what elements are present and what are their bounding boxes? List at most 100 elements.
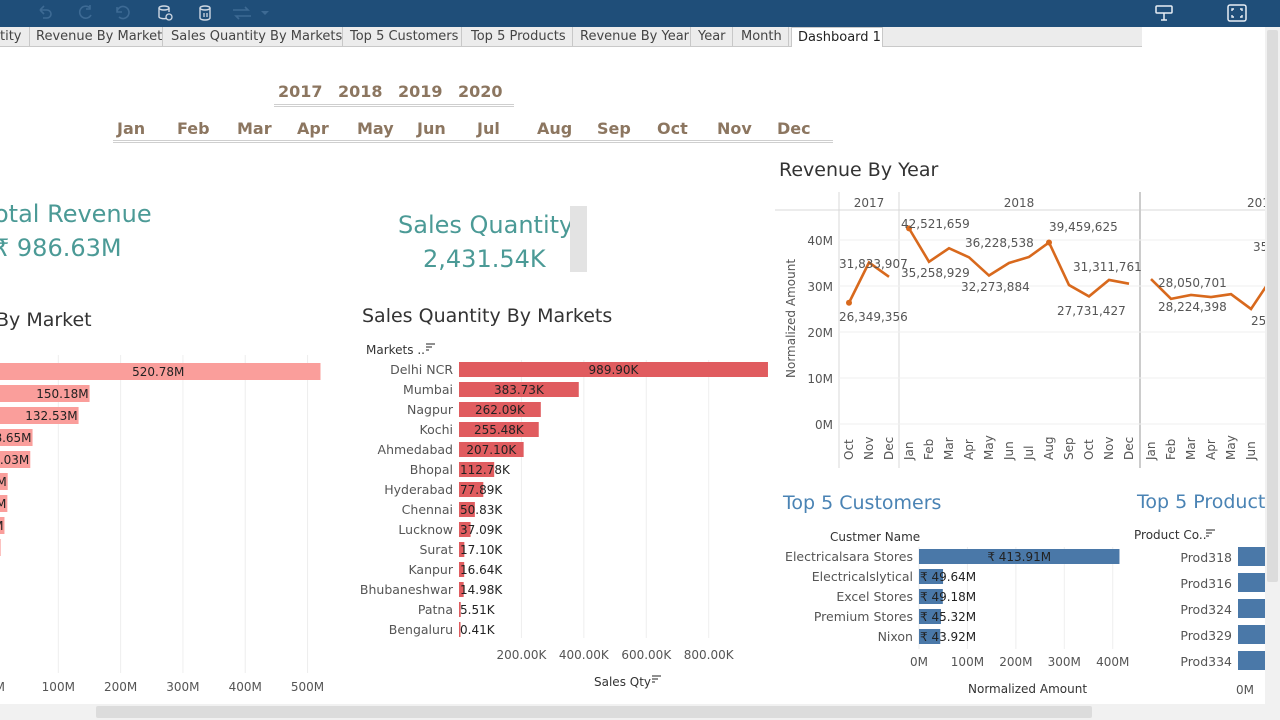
- month-filter-aug[interactable]: Aug: [537, 119, 572, 138]
- cust-x-tick: 200M: [999, 655, 1032, 669]
- month-filter-jun[interactable]: Jun: [417, 119, 446, 138]
- qty-row-label: Kochi: [420, 422, 454, 437]
- prod-row-label: Prod334: [1180, 654, 1232, 669]
- year-filter-2017[interactable]: 2017: [278, 82, 323, 101]
- year-annotation: 25: [1251, 314, 1265, 328]
- tab-year[interactable]: Year: [692, 27, 733, 46]
- qty-bar-label: 989.90K: [589, 363, 640, 377]
- month-filter-jan[interactable]: Jan: [117, 119, 145, 138]
- month-filter-jul[interactable]: Jul: [477, 119, 500, 138]
- year-x-tick: Mar: [942, 437, 956, 460]
- tab-month[interactable]: Month: [735, 27, 789, 46]
- year-x-tick: Nov: [1102, 437, 1116, 460]
- redo-icon[interactable]: [76, 4, 94, 22]
- year-x-tick: Apr: [962, 439, 976, 460]
- horizontal-scroll-thumb[interactable]: [96, 706, 1092, 718]
- year-x-tick: Dec: [882, 437, 896, 460]
- year-y-tick: 10M: [807, 372, 833, 386]
- month-filter-apr[interactable]: Apr: [297, 119, 329, 138]
- prod-row-label: Prod318: [1180, 550, 1232, 565]
- qty-bar-label: 17.10K: [460, 543, 503, 557]
- top-5-products-chart: Product Co.. Prod318 Prod316 Prod324 Prod329…: [1134, 528, 1265, 697]
- markets-header: Markets ..: [366, 343, 425, 357]
- tab-revenue-by-market[interactable]: Revenue By Market: [30, 27, 163, 46]
- revert-icon[interactable]: [114, 4, 132, 22]
- month-filter-oct[interactable]: Oct: [657, 119, 688, 138]
- year-x-tick: Jan: [1144, 442, 1158, 462]
- year-filter-2018[interactable]: 2018: [338, 82, 383, 101]
- tab-quantity[interactable]: tity: [0, 27, 30, 46]
- year-annotation: 36,228,538: [965, 236, 1034, 250]
- cust-row-label: Electricalsara Stores: [785, 549, 913, 564]
- year-header-2018: 2018: [1004, 196, 1035, 210]
- year-x-tick: Oct: [842, 439, 856, 460]
- qty-row-label: Nagpur: [407, 402, 454, 417]
- kpi-scrollbar[interactable]: [570, 206, 587, 272]
- qty-bar-label: 112.78K: [460, 463, 511, 477]
- year-x-tick: Aug: [1042, 437, 1056, 460]
- market-x-tick: 200M: [104, 680, 137, 694]
- prod-x-tick: 0M: [1236, 683, 1254, 697]
- market-bar-label: 18.81M: [0, 475, 7, 489]
- chevron-down-icon[interactable]: [260, 4, 270, 22]
- sort-icon: [1206, 529, 1215, 537]
- qty-row-label: Kanpur: [408, 562, 453, 577]
- year-x-tick: Jun: [1244, 441, 1258, 461]
- year-annotation: 35,1: [1253, 240, 1265, 254]
- year-x-tick: Mar: [1184, 437, 1198, 460]
- qty-row-label: Ahmedabad: [378, 442, 453, 457]
- qty-bar-label: 14.98K: [460, 583, 503, 597]
- year-y-tick: 0M: [815, 418, 833, 432]
- qty-bar-label: 207.10K: [466, 443, 517, 457]
- qty-row-label: Mumbai: [403, 382, 453, 397]
- vertical-scroll-thumb[interactable]: [1267, 30, 1278, 582]
- refresh-data-icon[interactable]: [156, 4, 174, 22]
- swap-icon[interactable]: [230, 4, 254, 22]
- cust-x-tick: 300M: [1048, 655, 1081, 669]
- tab-revenue-by-year[interactable]: Revenue By Year: [574, 27, 691, 46]
- revenue-by-market-chart: 0M 100M 200M 300M 400M 500M 520.78M 150.18M 132.…: [0, 355, 324, 694]
- sales-qty-by-markets-title: Sales Quantity By Markets: [362, 305, 613, 327]
- prod-bar: [1238, 573, 1265, 592]
- year-point: [1046, 239, 1052, 246]
- pause-data-icon[interactable]: [196, 4, 214, 22]
- qty-row-label: Delhi NCR: [390, 362, 453, 377]
- sort-icon: [426, 343, 435, 351]
- month-filter-mar[interactable]: Mar: [237, 119, 272, 138]
- tab-dashboard-1[interactable]: Dashboard 1: [791, 27, 883, 47]
- month-filter-nov[interactable]: Nov: [717, 119, 752, 138]
- fullscreen-icon[interactable]: [1227, 4, 1247, 22]
- market-x-tick: 0M: [0, 680, 5, 694]
- presentation-icon[interactable]: [1154, 4, 1174, 22]
- year-x-tick: Dec: [1122, 437, 1136, 460]
- month-filter-sep[interactable]: Sep: [597, 119, 631, 138]
- prod-bar: [1238, 599, 1265, 618]
- month-filter-dec[interactable]: Dec: [777, 119, 811, 138]
- cust-x-axis-title: Normalized Amount: [968, 682, 1087, 696]
- market-x-tick: 500M: [291, 680, 324, 694]
- market-bar-label: 132.53M: [25, 409, 77, 423]
- cust-bar-label: ₹ 45.32M: [920, 610, 976, 624]
- product-header: Product Co..: [1134, 528, 1207, 542]
- month-filter-feb[interactable]: Feb: [177, 119, 210, 138]
- tab-top-5-customers[interactable]: Top 5 Customers: [344, 27, 462, 46]
- undo-icon[interactable]: [36, 4, 54, 22]
- qty-x-tick: 800.00K: [684, 648, 735, 662]
- year-annotation: 35,258,929: [901, 266, 970, 280]
- year-x-tick: Oct: [1082, 439, 1096, 460]
- market-bar-label: 150.18M: [36, 387, 88, 401]
- tab-sales-quantity-by-markets[interactable]: Sales Quantity By Markets: [165, 27, 343, 46]
- year-header-2017: 2017: [854, 196, 885, 210]
- qty-row-label: Bhubaneshwar: [360, 582, 454, 597]
- year-x-tick: Sep: [1062, 437, 1076, 460]
- sales-quantity-value: 2,431.54K: [423, 245, 546, 273]
- year-filter-2019[interactable]: 2019: [398, 82, 443, 101]
- year-x-tick: Jan: [902, 442, 916, 462]
- year-filter-2020[interactable]: 2020: [458, 82, 503, 101]
- tab-top-5-products[interactable]: Top 5 Products: [465, 27, 573, 46]
- month-filter-may[interactable]: May: [357, 119, 394, 138]
- qty-bar-label: 5.51K: [460, 603, 496, 617]
- year-x-tick: Nov: [862, 437, 876, 460]
- year-x-tick: Feb: [1164, 439, 1178, 460]
- year-x-tick: Jul: [1022, 446, 1036, 461]
